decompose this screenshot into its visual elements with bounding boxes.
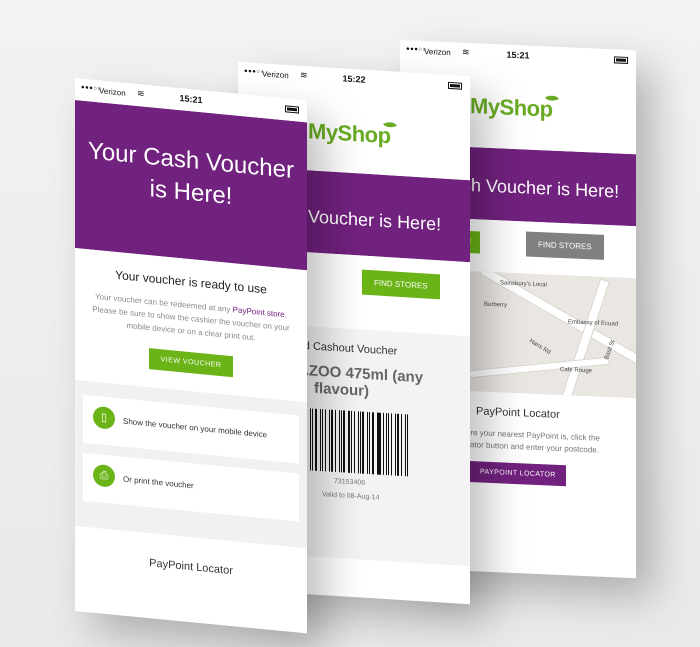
barcode-bar — [372, 412, 374, 475]
hero-text: sh Voucher is Here! — [284, 204, 442, 235]
hero-text: sh Voucher is Here! — [462, 174, 620, 202]
phone-screen-front: ●●●○○ Verizon ≋ 15:21 Your Cash Voucher … — [75, 78, 307, 634]
barcode-bar — [347, 410, 350, 473]
barcode-bar — [405, 414, 406, 477]
barcode-bar — [367, 411, 368, 474]
battery-icon — [614, 56, 628, 64]
hero-banner: Your Cash Voucher is Here! — [75, 100, 307, 271]
ready-description: Your voucher can be redeemed at any PayP… — [85, 289, 297, 348]
barcode-bar — [401, 413, 403, 477]
option-label: Show the voucher on your mobile device — [123, 416, 268, 440]
barcode-bar — [391, 413, 392, 476]
myshop-logo[interactable]: MyShop — [308, 118, 397, 149]
barcode-bar — [334, 409, 336, 472]
barcode-bar — [315, 408, 318, 471]
barcode-bar — [350, 410, 352, 473]
paypoint-store-link[interactable]: PayPoint store — [233, 305, 285, 319]
printer-icon: ⎙ — [93, 463, 115, 488]
barcode-bar — [339, 410, 340, 473]
barcode-bar — [320, 409, 321, 472]
barcode-bar — [394, 413, 397, 476]
barcode-bar — [369, 412, 371, 475]
battery-icon — [448, 81, 462, 90]
barcode-bar — [353, 411, 355, 474]
valid-date: Valid to 08-Aug-14 — [322, 491, 380, 502]
map-label: Hans Rd — [528, 338, 552, 356]
barcode-bar — [397, 413, 400, 476]
option-mobile-card[interactable]: ▯ Show the voucher on your mobile device — [83, 394, 299, 464]
voucher-ready-section: Your voucher is ready to use Your vouche… — [75, 248, 307, 403]
mobile-phone-icon: ▯ — [93, 405, 115, 430]
barcode-bar — [310, 408, 312, 471]
clock: 15:21 — [506, 49, 530, 61]
view-voucher-button[interactable]: VIEW VOUCHER — [148, 348, 234, 378]
options-section: ▯ Show the voucher on your mobile device… — [75, 380, 307, 549]
barcode-number: 73153406 — [334, 477, 366, 487]
logo-text: MyShop — [470, 93, 553, 122]
barcode-bar — [362, 411, 365, 474]
mockup-stage: ●●●○○ Verizon ≋ 15:21 MyShop sh Voucher … — [0, 0, 700, 647]
barcode-bar — [386, 413, 387, 476]
barcode-bar — [330, 409, 333, 472]
barcode-bar — [376, 412, 378, 475]
barcode-bar — [387, 413, 390, 476]
option-print-card[interactable]: ⎙ Or print the voucher — [83, 452, 299, 522]
barcode-bar — [406, 414, 409, 477]
voucher-product: AZOO 475ml (any flavour) — [298, 362, 468, 406]
barcode-bar — [359, 411, 361, 474]
barcode-bar — [357, 411, 359, 474]
find-stores-button[interactable]: FIND STORES — [526, 231, 604, 260]
barcode-bar — [340, 410, 342, 473]
battery-icon — [285, 105, 299, 114]
barcode-bar — [312, 408, 314, 471]
paypoint-locator-button[interactable]: PAYPOINT LOCATOR — [470, 461, 566, 487]
barcode-bar — [382, 412, 384, 475]
barcode-bar — [321, 409, 323, 472]
barcode-bar — [378, 412, 381, 475]
map-label: Burberry — [484, 301, 508, 309]
barcode-bar — [343, 410, 345, 473]
map-label: Cafe Rouge — [560, 366, 593, 375]
myshop-logo[interactable]: MyShop — [470, 92, 559, 123]
find-stores-button[interactable]: FIND STORES — [362, 269, 440, 300]
voucher-title: ard Cashout Voucher — [294, 339, 398, 358]
barcode-bar — [324, 409, 326, 472]
barcode-image — [310, 408, 410, 477]
barcode-bar — [328, 409, 330, 472]
logo-text: MyShop — [308, 118, 391, 149]
option-label: Or print the voucher — [123, 474, 194, 491]
